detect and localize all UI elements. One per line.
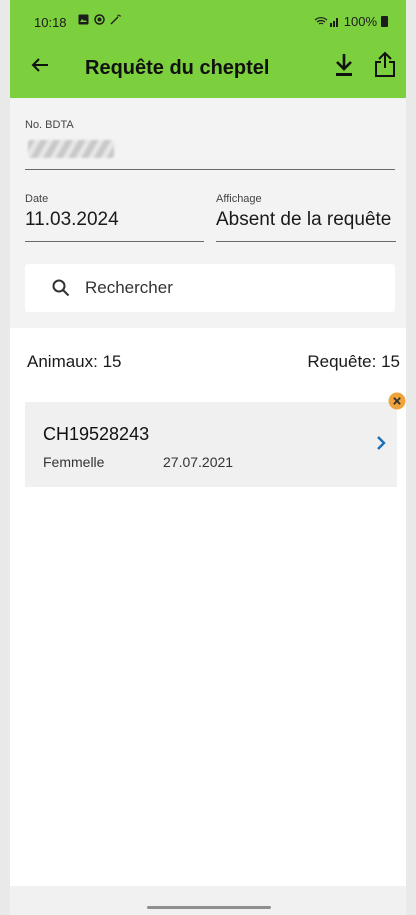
notification-icons: [78, 13, 122, 25]
magic-wand-icon: [110, 13, 122, 25]
signal-icon: [314, 17, 338, 27]
home-handle[interactable]: [147, 906, 271, 909]
back-arrow-icon[interactable]: [28, 53, 52, 77]
share-icon[interactable]: [372, 50, 398, 78]
bdta-value-redacted[interactable]: [28, 140, 114, 158]
download-icon[interactable]: [332, 52, 356, 78]
animal-birth-date: 27.07.2021: [163, 454, 234, 470]
animals-count: Animaux: 15: [27, 352, 122, 371]
status-right: 100%: [314, 14, 388, 29]
absent-badge-icon: [388, 392, 406, 410]
app-bar: 10:18 100% Requête du cheptel: [10, 0, 406, 98]
bdta-underline: [25, 169, 395, 170]
animal-sex: Femmelle: [43, 454, 105, 470]
animal-list-item[interactable]: CH19528243 Femmelle 27.07.2021: [25, 402, 397, 487]
system-nav-bar: [10, 886, 406, 915]
display-label: Affichage: [216, 193, 262, 205]
image-icon: [78, 13, 89, 25]
battery-icon: [381, 16, 388, 27]
record-icon: [94, 13, 105, 25]
display-underline: [216, 241, 396, 242]
status-bar: 10:18 100%: [10, 0, 406, 34]
bdta-label: No. BDTA: [25, 119, 74, 131]
search-placeholder: Rechercher: [85, 278, 173, 297]
date-label: Date: [25, 193, 49, 205]
search-input[interactable]: Rechercher: [25, 264, 395, 312]
date-underline: [25, 241, 204, 242]
battery-percent: 100%: [343, 14, 377, 29]
query-count: Requête: 15: [307, 352, 400, 371]
phone-screen: 10:18 100% Requête du cheptel No. BDTA D…: [10, 0, 406, 915]
page-title: Requête du cheptel: [85, 57, 270, 79]
date-field[interactable]: 11.03.2024: [25, 209, 185, 231]
chevron-right-icon: [375, 435, 387, 451]
status-time: 10:18: [34, 15, 67, 30]
animal-id: CH19528243: [43, 424, 150, 444]
search-icon: [52, 279, 70, 297]
display-select[interactable]: Absent de la requête: [216, 209, 396, 231]
